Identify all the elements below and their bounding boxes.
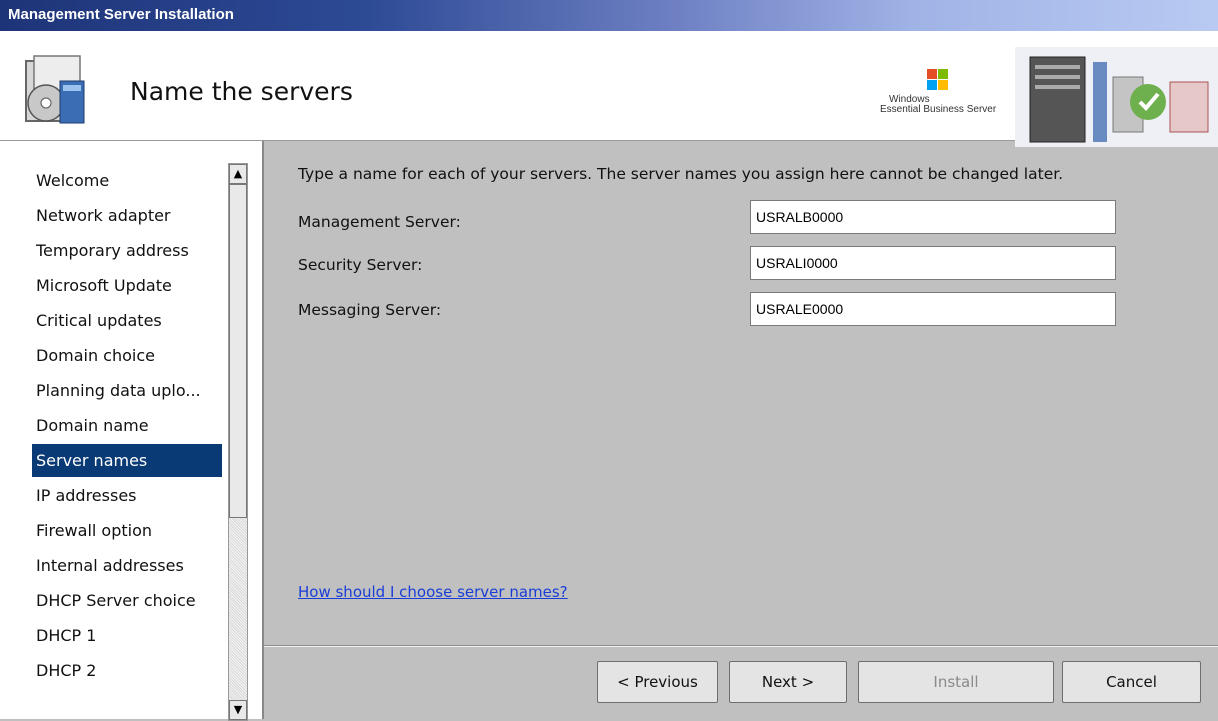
step-network-adapter[interactable]: Network adapter xyxy=(32,198,222,233)
management-server-input[interactable] xyxy=(750,200,1116,234)
security-server-label: Security Server: xyxy=(298,256,423,274)
install-button[interactable]: Install xyxy=(858,661,1054,703)
step-critical-updates[interactable]: Critical updates xyxy=(32,303,222,338)
footer-divider xyxy=(264,645,1218,647)
header: Name the servers Windows Essential Busin… xyxy=(0,31,1218,147)
step-internal-addresses[interactable]: Internal addresses xyxy=(32,548,222,583)
arrow-up-icon: ▲ xyxy=(233,167,243,180)
step-domain-name[interactable]: Domain name xyxy=(32,408,222,443)
cancel-button[interactable]: Cancel xyxy=(1062,661,1201,703)
step-dhcp-2[interactable]: DHCP 2 xyxy=(32,653,222,688)
sidebar-scrollbar[interactable]: ▲ ▼ xyxy=(228,163,248,721)
step-welcome[interactable]: Welcome xyxy=(32,163,222,198)
steps-sidebar: Welcome Network adapter Temporary addres… xyxy=(0,141,264,721)
step-microsoft-update[interactable]: Microsoft Update xyxy=(32,268,222,303)
step-planning-data-upload[interactable]: Planning data uplo... xyxy=(32,373,222,408)
step-dhcp-1[interactable]: DHCP 1 xyxy=(32,618,222,653)
scroll-down-button[interactable]: ▼ xyxy=(229,700,247,720)
security-server-input[interactable] xyxy=(750,246,1116,280)
previous-button[interactable]: < Previous xyxy=(597,661,718,703)
arrow-down-icon: ▼ xyxy=(233,703,243,716)
window-title: Management Server Installation xyxy=(0,0,1218,31)
scroll-up-button[interactable]: ▲ xyxy=(229,164,247,184)
scrollbar-thumb[interactable] xyxy=(229,184,247,518)
installer-icon xyxy=(25,55,85,124)
step-domain-choice[interactable]: Domain choice xyxy=(32,338,222,373)
step-ip-addresses[interactable]: IP addresses xyxy=(32,478,222,513)
step-firewall-option[interactable]: Firewall option xyxy=(32,513,222,548)
help-link[interactable]: How should I choose server names? xyxy=(298,583,568,601)
step-server-names[interactable]: Server names xyxy=(32,444,222,477)
management-server-label: Management Server: xyxy=(298,213,461,231)
messaging-server-label: Messaging Server: xyxy=(298,301,442,319)
brand-logo: Windows Essential Business Server xyxy=(880,95,1000,115)
messaging-server-input[interactable] xyxy=(750,292,1116,326)
steps-list: Welcome Network adapter Temporary addres… xyxy=(32,163,222,688)
instruction-text: Type a name for each of your servers. Th… xyxy=(298,165,1064,183)
next-button[interactable]: Next > xyxy=(729,661,847,703)
step-temporary-address[interactable]: Temporary address xyxy=(32,233,222,268)
page-title: Name the servers xyxy=(130,77,353,106)
brand-line2: Essential Business Server xyxy=(880,104,997,115)
step-dhcp-server-choice[interactable]: DHCP Server choice xyxy=(32,583,222,618)
